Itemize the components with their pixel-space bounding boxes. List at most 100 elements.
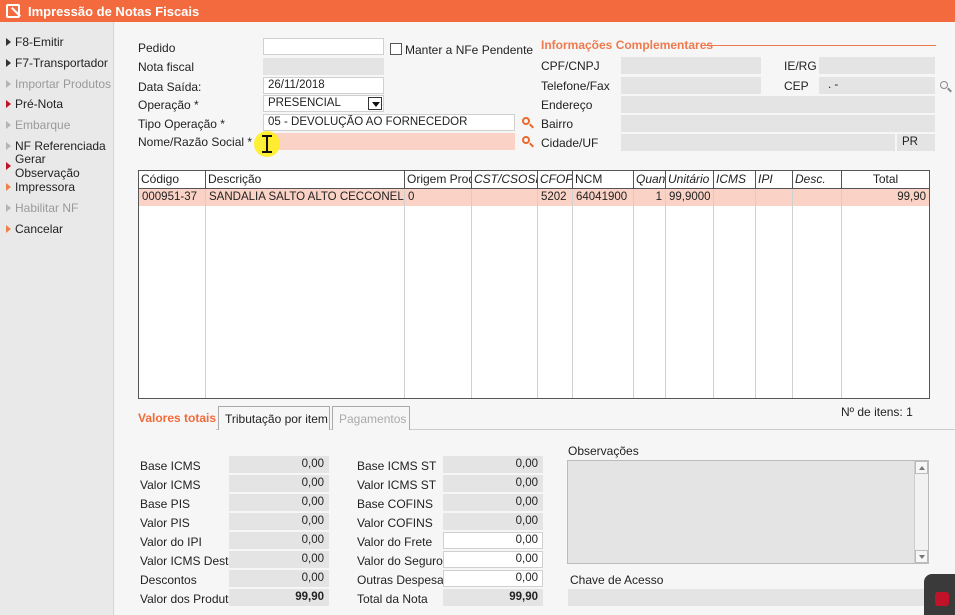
cell-cst[interactable] — [472, 190, 537, 206]
data-saida-input[interactable]: 26/11/2018 — [263, 77, 384, 94]
search-icon[interactable] — [521, 135, 534, 148]
column-divider — [665, 189, 666, 398]
cell-total[interactable]: 99,90 — [842, 190, 929, 206]
scroll-down-icon[interactable] — [915, 550, 928, 563]
endereco-field[interactable] — [621, 96, 935, 113]
base-cofins-label: Base COFINS — [357, 497, 434, 511]
cell-unitario[interactable]: 99,9000 — [666, 190, 713, 206]
search-icon[interactable] — [521, 116, 534, 129]
cell-descricao[interactable]: SANDALIA SALTO ALTO CECCONELLO 1: — [206, 190, 404, 206]
tab-tributacao[interactable]: Tributação por item — [218, 406, 330, 430]
cell-desc[interactable] — [793, 190, 841, 206]
col-header-cfop[interactable]: CFOP — [538, 171, 573, 188]
valor-icms-dest-value[interactable]: 0,00 — [229, 551, 329, 568]
sidebar-item-label: Gerar Observação — [15, 152, 80, 181]
sidebar-item-transportador[interactable]: F7-Transportador — [0, 53, 113, 74]
cell-quant[interactable]: 1 — [634, 190, 665, 206]
column-divider — [841, 189, 842, 398]
column-divider — [713, 189, 714, 398]
sidebar: F8-Emitir F7-Transportador Importar Prod… — [0, 22, 114, 615]
chevron-down-icon[interactable] — [368, 97, 382, 110]
col-header-cst[interactable]: CST/CSOSN — [472, 171, 538, 188]
col-header-origem[interactable]: Origem Prod — [405, 171, 472, 188]
cell-codigo[interactable]: 000951-37 — [139, 190, 205, 206]
valor-produtos-value[interactable]: 99,90 — [229, 589, 329, 606]
sidebar-item-label: F7-Transportador — [15, 56, 108, 71]
scrollbar[interactable] — [914, 461, 928, 563]
valor-icms-st-value[interactable]: 0,00 — [443, 475, 543, 492]
valor-frete-input[interactable]: 0,00 — [443, 532, 543, 549]
recording-widget[interactable] — [924, 574, 955, 615]
cidade-field[interactable] — [621, 134, 895, 151]
tipo-operacao-input[interactable]: 05 - DEVOLUÇÃO AO FORNECEDOR — [263, 114, 515, 131]
nome-razao-input[interactable] — [263, 133, 515, 150]
manter-pendente-checkbox[interactable] — [390, 43, 402, 55]
ie-rg-field[interactable] — [819, 57, 935, 74]
cell-cfop[interactable]: 5202 — [538, 190, 572, 206]
col-header-descricao[interactable]: Descrição — [206, 171, 405, 188]
base-icms-st-value[interactable]: 0,00 — [443, 456, 543, 473]
arrow-right-icon — [6, 141, 11, 150]
sidebar-item-pre-nota[interactable]: Pré-Nota — [0, 94, 113, 115]
col-header-total[interactable]: Total — [842, 171, 929, 188]
valor-pis-label: Valor PIS — [140, 516, 190, 530]
sidebar-item-gerar-observacao[interactable]: Gerar Observação — [0, 152, 113, 180]
column-divider — [572, 189, 573, 398]
cpf-cnpj-field[interactable] — [621, 57, 761, 74]
cell-origem[interactable]: 0 — [405, 190, 471, 206]
operacao-select[interactable]: PRESENCIAL — [263, 95, 384, 112]
bairro-field[interactable] — [621, 115, 935, 132]
operacao-label: Operação * — [138, 98, 199, 112]
col-header-icms[interactable]: ICMS — [714, 171, 756, 188]
cell-ncm[interactable]: 64041900 — [573, 190, 633, 206]
data-saida-label: Data Saída: — [138, 80, 202, 94]
cell-ipi[interactable] — [756, 190, 792, 206]
arrow-right-icon — [6, 38, 11, 47]
sidebar-item-cancelar[interactable]: Cancelar — [0, 218, 113, 239]
arrow-right-icon — [6, 59, 11, 68]
sidebar-item-emitir[interactable]: F8-Emitir — [0, 32, 113, 53]
valor-icms-value[interactable]: 0,00 — [229, 475, 329, 492]
cell-icms[interactable] — [714, 190, 755, 206]
uf-field[interactable]: PR — [897, 134, 935, 151]
sidebar-item-habilitar-nf[interactable]: Habilitar NF — [0, 198, 113, 219]
total-nota-label: Total da Nota — [357, 592, 428, 606]
col-header-ncm[interactable]: NCM — [573, 171, 634, 188]
sidebar-item-label: Embarque — [15, 118, 71, 133]
sidebar-item-embarque[interactable]: Embarque — [0, 115, 113, 136]
base-cofins-value[interactable]: 0,00 — [443, 494, 543, 511]
main-panel: Pedido Manter a NFe Pendente Nota fiscal… — [115, 22, 955, 615]
valor-seguro-input[interactable]: 0,00 — [443, 551, 543, 568]
valor-pis-value[interactable]: 0,00 — [229, 513, 329, 530]
col-header-desc[interactable]: Desc. — [793, 171, 842, 188]
total-nota-value[interactable]: 99,90 — [443, 589, 543, 606]
valor-ipi-value[interactable]: 0,00 — [229, 532, 329, 549]
col-header-ipi[interactable]: IPI — [756, 171, 793, 188]
chave-acesso-field[interactable] — [568, 589, 929, 606]
pedido-input[interactable] — [263, 38, 384, 55]
nota-fiscal-field[interactable] — [263, 58, 384, 75]
cep-field[interactable]: . - — [819, 77, 935, 94]
col-header-unitario[interactable]: Unitário — [666, 171, 714, 188]
sidebar-item-label: Importar Produtos — [15, 76, 112, 91]
telefone-label: Telefone/Fax — [541, 79, 610, 93]
base-pis-value[interactable]: 0,00 — [229, 494, 329, 511]
sidebar-item-importar-produtos[interactable]: Importar Produtos — [0, 73, 113, 94]
sidebar-item-label: Cancelar — [15, 221, 64, 236]
observacoes-textarea[interactable] — [567, 460, 929, 564]
scroll-up-icon[interactable] — [915, 461, 928, 474]
tab-valores-totais[interactable]: Valores totais — [132, 406, 216, 430]
items-grid: Código Descrição Origem Prod CST/CSOSN C… — [138, 170, 930, 399]
tab-pagamentos[interactable]: Pagamentos — [332, 406, 410, 430]
valor-icms-st-label: Valor ICMS ST — [357, 478, 437, 492]
col-header-quant[interactable]: Quant — [634, 171, 666, 188]
col-header-codigo[interactable]: Código — [139, 171, 206, 188]
telefone-field[interactable] — [621, 77, 761, 94]
operacao-value: PRESENCIAL — [268, 97, 341, 109]
outras-despesas-input[interactable]: 0,00 — [443, 570, 543, 587]
descontos-value[interactable]: 0,00 — [229, 570, 329, 587]
search-icon[interactable] — [939, 80, 952, 93]
column-divider — [205, 189, 206, 398]
base-icms-value[interactable]: 0,00 — [229, 456, 329, 473]
valor-cofins-value[interactable]: 0,00 — [443, 513, 543, 530]
